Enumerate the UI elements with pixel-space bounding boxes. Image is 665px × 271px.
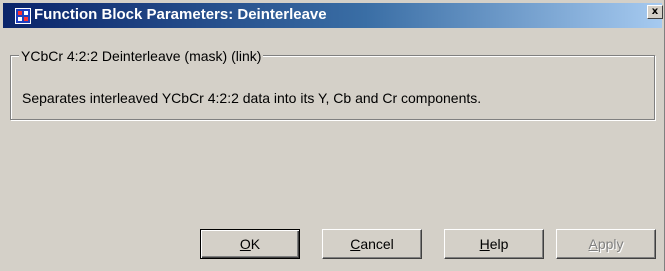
cancel-accel: C: [350, 236, 361, 252]
cancel-label: ancel: [360, 236, 394, 252]
ok-button[interactable]: OK: [200, 229, 300, 259]
ok-label: K: [250, 236, 261, 252]
ok-accel: O: [239, 236, 251, 252]
cancel-button[interactable]: Cancel: [322, 229, 422, 259]
title-bar[interactable]: Function Block Parameters: Deinterleave: [3, 3, 662, 28]
help-accel: H: [479, 236, 490, 252]
apply-button[interactable]: Apply: [556, 229, 656, 259]
help-label: elp: [489, 236, 509, 252]
window-title: Function Block Parameters: Deinterleave: [34, 6, 327, 23]
apply-label: pply: [597, 236, 624, 252]
dialog-window: Function Block Parameters: Deinterleave …: [0, 0, 665, 271]
help-button[interactable]: Help: [444, 229, 544, 259]
close-icon: x: [651, 6, 659, 17]
close-button[interactable]: x: [647, 5, 663, 19]
simulink-block-icon: [15, 8, 31, 24]
block-description: Separates interleaved YCbCr 4:2:2 data i…: [22, 90, 482, 106]
parameters-groupbox: [10, 55, 655, 120]
apply-accel: A: [588, 236, 598, 252]
groupbox-title: YCbCr 4:2:2 Deinterleave (mask) (link): [19, 48, 264, 64]
